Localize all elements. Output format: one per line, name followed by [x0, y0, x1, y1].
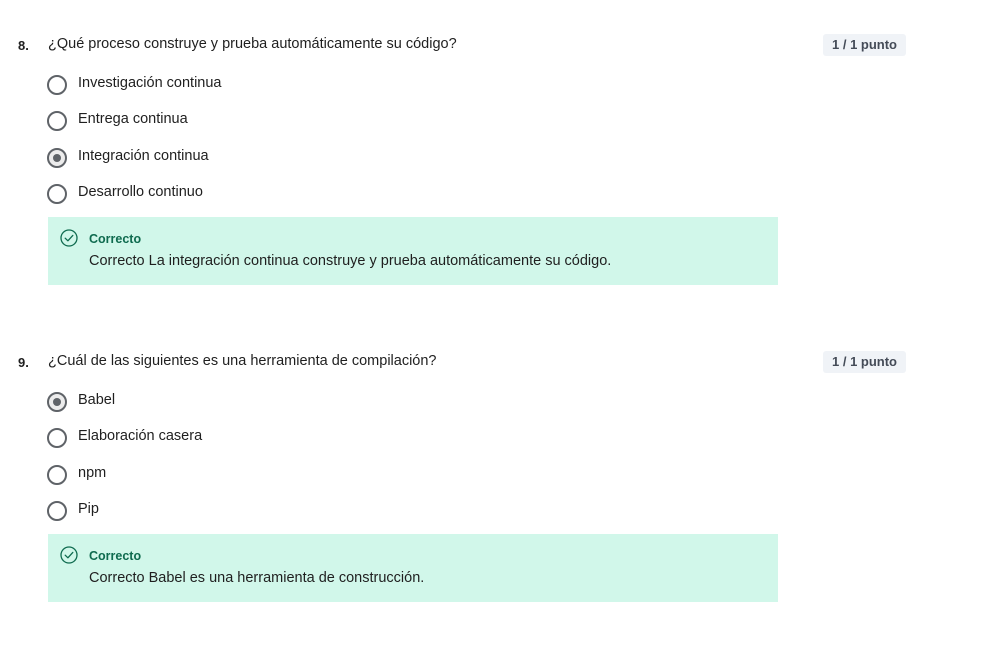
option-label: npm [78, 465, 107, 481]
question-number: 9. [18, 355, 29, 370]
option-label: Elaboración casera [78, 428, 203, 444]
radio-button[interactable] [47, 111, 67, 131]
feedback-text: Correcto La integración continua constru… [89, 253, 612, 269]
radio-button[interactable] [47, 428, 67, 448]
feedback-box: Correcto Correcto La integración continu… [48, 217, 778, 285]
option-integracion-continua[interactable]: Integración continua [47, 147, 447, 169]
radio-button[interactable] [47, 465, 67, 485]
radio-button[interactable] [47, 184, 67, 204]
option-label: Pip [78, 501, 99, 517]
question-number: 8. [18, 38, 29, 53]
question-8: 8. ¿Qué proceso construye y prueba autom… [0, 34, 999, 285]
feedback-status: Correcto [89, 549, 142, 563]
feedback-text: Correcto Babel es una herramienta de con… [89, 570, 425, 586]
question-text: ¿Qué proceso construye y prueba automáti… [48, 36, 457, 52]
option-babel[interactable]: Babel [47, 391, 447, 413]
radio-button[interactable] [47, 501, 67, 521]
option-elaboracion-casera[interactable]: Elaboración casera [47, 427, 447, 449]
option-label: Desarrollo continuo [78, 184, 203, 200]
feedback-box: Correcto Correcto Babel es una herramien… [48, 534, 778, 602]
option-label: Entrega continua [78, 111, 188, 127]
question-header: 8. ¿Qué proceso construye y prueba autom… [0, 34, 999, 58]
radio-button-selected[interactable] [47, 148, 67, 168]
question-9: 9. ¿Cuál de las siguientes es una herram… [0, 351, 999, 602]
option-label: Babel [78, 392, 116, 408]
option-investigacion-continua[interactable]: Investigación continua [47, 74, 447, 96]
question-header: 9. ¿Cuál de las siguientes es una herram… [0, 351, 999, 375]
question-text: ¿Cuál de las siguientes es una herramien… [48, 353, 437, 369]
check-circle-icon [60, 546, 78, 564]
option-npm[interactable]: npm [47, 464, 447, 486]
score-badge: 1 / 1 punto [823, 351, 906, 373]
option-pip[interactable]: Pip [47, 500, 447, 522]
option-label: Integración continua [78, 148, 209, 164]
option-entrega-continua[interactable]: Entrega continua [47, 110, 447, 132]
option-label: Investigación continua [78, 75, 222, 91]
feedback-status: Correcto [89, 232, 142, 246]
radio-button[interactable] [47, 75, 67, 95]
score-badge: 1 / 1 punto [823, 34, 906, 56]
radio-button-selected[interactable] [47, 392, 67, 412]
option-desarrollo-continuo[interactable]: Desarrollo continuo [47, 183, 447, 205]
check-circle-icon [60, 229, 78, 247]
